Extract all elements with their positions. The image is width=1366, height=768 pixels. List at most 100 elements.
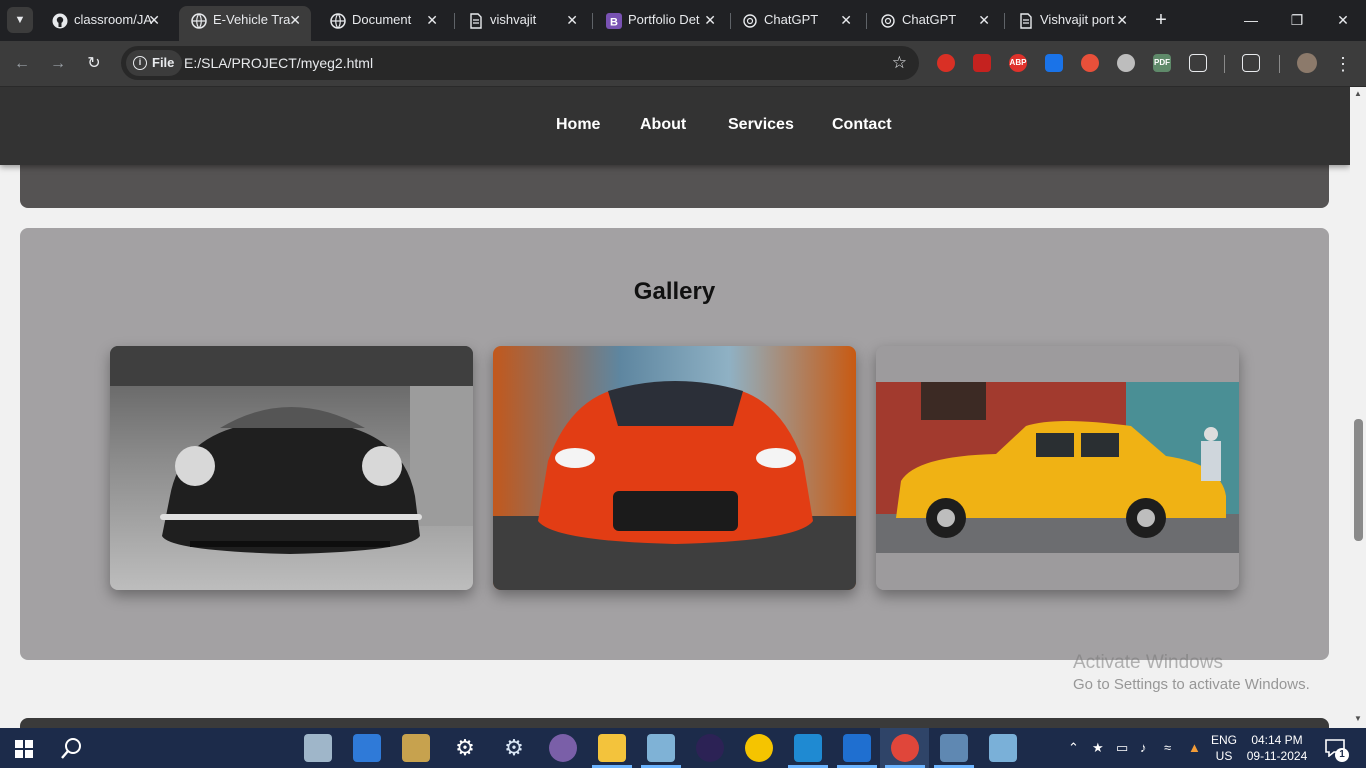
browser-toolbar: ← → ↻ i File E:/SLA/PROJECT/myeg2.html ☆… — [0, 41, 1366, 87]
vscode-icon[interactable] — [794, 734, 822, 762]
tab-chatgpt-1[interactable]: ChatGPT ✕ — [730, 6, 862, 41]
eclipse-icon[interactable] — [696, 734, 724, 762]
scroll-thumb[interactable] — [1354, 419, 1363, 541]
site-navbar: Home About Services Contact — [0, 87, 1350, 165]
activate-windows-subtitle: Go to Settings to activate Windows. — [1073, 676, 1310, 693]
scroll-up-arrow-icon[interactable]: ▲ — [1353, 89, 1363, 98]
forward-icon[interactable]: → — [45, 51, 71, 77]
gallery-card[interactable] — [876, 346, 1239, 590]
page-scrollbar[interactable]: ▲ ▼ — [1350, 87, 1366, 728]
paint-app-icon[interactable] — [549, 734, 577, 762]
nav-home-link[interactable]: Home — [556, 116, 600, 134]
close-tab-icon[interactable]: ✕ — [704, 6, 716, 34]
show-hidden-icons-icon[interactable]: ⌃ — [1068, 740, 1079, 756]
chatgpt-icon — [881, 14, 895, 28]
clock-date[interactable]: 09-11-2024 — [1242, 749, 1312, 763]
tab-vishvajit[interactable]: vishvajit ✕ — [456, 6, 588, 41]
gallery-title: Gallery — [633, 278, 716, 305]
scheme-label: File — [152, 55, 175, 70]
update-icon[interactable]: ▲ — [1188, 740, 1201, 755]
abp-icon[interactable]: ABP — [1009, 54, 1027, 72]
store-icon[interactable] — [353, 734, 381, 762]
windows-start-icon[interactable] — [15, 740, 33, 758]
yellow-classic-taxi-image — [876, 346, 1239, 590]
minimize-icon[interactable]: — — [1228, 0, 1274, 40]
windows-taskbar: ⚙ ⚙ ⌃ ★ ▭ ♪ ≈ ▲ ENG US 04:14 PM 09-11-20… — [0, 728, 1366, 768]
region-label[interactable]: US — [1210, 749, 1238, 763]
security-shield-icon[interactable]: ★ — [1092, 740, 1104, 756]
nav-contact-link[interactable]: Contact — [832, 116, 892, 134]
tab-classroom[interactable]: classroom/JA ✕ — [40, 6, 170, 41]
tab-vishvajit-portfolio[interactable]: Vishvajit port ✕ — [1006, 6, 1138, 41]
site-info-chip[interactable]: i File — [126, 50, 183, 76]
language-label[interactable]: ENG — [1210, 733, 1238, 747]
chatgpt-icon — [743, 14, 757, 28]
gallery-card[interactable] — [110, 346, 473, 590]
workbench-app-icon[interactable] — [989, 734, 1017, 762]
new-tab-button[interactable]: + — [1150, 7, 1172, 33]
screenshot-icon[interactable] — [1242, 54, 1260, 72]
close-tab-icon[interactable]: ✕ — [566, 6, 578, 34]
toolbar-divider — [1224, 55, 1225, 73]
notes-app-icon[interactable] — [647, 734, 675, 762]
globe-icon — [191, 13, 207, 29]
more-menu-icon[interactable]: ⋮ — [1330, 51, 1356, 77]
globe-icon — [330, 13, 346, 29]
tab-divider — [866, 13, 867, 29]
media-player-icon[interactable] — [745, 734, 773, 762]
info-icon: i — [133, 56, 147, 70]
tab-chatgpt-2[interactable]: ChatGPT ✕ — [868, 6, 1000, 41]
close-tab-icon[interactable]: ✕ — [148, 6, 160, 34]
word-app-icon[interactable] — [843, 734, 871, 762]
tab-e-vehicle[interactable]: E-Vehicle Tra ✕ — [179, 6, 311, 41]
page-viewport: Home About Services Contact Gallery Acti… — [0, 87, 1350, 728]
profile-avatar[interactable] — [1297, 53, 1317, 73]
nav-about-link[interactable]: About — [640, 116, 686, 134]
reload-icon[interactable]: ↻ — [81, 51, 107, 77]
close-tab-icon[interactable]: ✕ — [840, 6, 852, 34]
tab-search-chevron-icon[interactable]: ▼ — [7, 7, 33, 33]
bookmark-star-icon[interactable]: ☆ — [892, 46, 907, 80]
puzzle-cloud-icon[interactable] — [1117, 54, 1135, 72]
clock-time[interactable]: 04:14 PM — [1242, 733, 1312, 747]
url-text[interactable]: E:/SLA/PROJECT/myeg2.html — [184, 46, 373, 80]
tab-divider — [454, 13, 455, 29]
close-tab-icon[interactable]: ✕ — [978, 6, 990, 34]
page-icon — [470, 13, 482, 29]
close-tab-icon[interactable]: ✕ — [426, 6, 438, 34]
nav-services-link[interactable]: Services — [728, 116, 794, 134]
settings-gear-icon[interactable]: ⚙ — [451, 734, 479, 762]
next-section — [20, 718, 1329, 728]
back-icon[interactable]: ← — [9, 51, 35, 77]
tab-divider — [592, 13, 593, 29]
file-explorer-icon[interactable] — [598, 734, 626, 762]
restore-icon[interactable]: ❐ — [1274, 0, 1320, 40]
close-window-icon[interactable]: ✕ — [1320, 0, 1366, 40]
address-bar[interactable]: i File E:/SLA/PROJECT/myeg2.html ☆ — [121, 46, 919, 80]
database-app-icon[interactable] — [940, 734, 968, 762]
close-tab-icon[interactable]: ✕ — [1116, 6, 1128, 34]
wifi-icon[interactable]: ≈ — [1164, 740, 1171, 755]
extensions-puzzle-icon[interactable] — [1189, 54, 1207, 72]
red-sports-car-image — [493, 346, 856, 590]
control-panel-gear-icon[interactable]: ⚙ — [500, 734, 528, 762]
archive-app-icon[interactable] — [402, 734, 430, 762]
page-icon — [1020, 13, 1032, 29]
volume-icon[interactable]: ♪ — [1140, 740, 1147, 755]
notification-count-badge: 1 — [1335, 748, 1349, 762]
black-vintage-convertible-image — [110, 346, 473, 590]
pdf-ext-icon[interactable]: PDF — [1153, 54, 1171, 72]
adblock-hand-icon[interactable] — [937, 54, 955, 72]
vm-app-icon[interactable] — [304, 734, 332, 762]
close-tab-icon[interactable]: ✕ — [289, 6, 301, 34]
spiral-ext-icon[interactable] — [1081, 54, 1099, 72]
tab-document[interactable]: Document ✕ — [318, 6, 448, 41]
alert-ext-icon[interactable] — [1045, 54, 1063, 72]
scroll-down-arrow-icon[interactable]: ▼ — [1353, 714, 1363, 723]
search-icon[interactable] — [61, 737, 83, 759]
chrome-icon[interactable] — [891, 734, 919, 762]
tab-portfolio[interactable]: B Portfolio Det ✕ — [594, 6, 726, 41]
battery-icon[interactable]: ▭ — [1116, 740, 1128, 756]
video-ext-icon[interactable] — [973, 54, 991, 72]
gallery-card[interactable] — [493, 346, 856, 590]
